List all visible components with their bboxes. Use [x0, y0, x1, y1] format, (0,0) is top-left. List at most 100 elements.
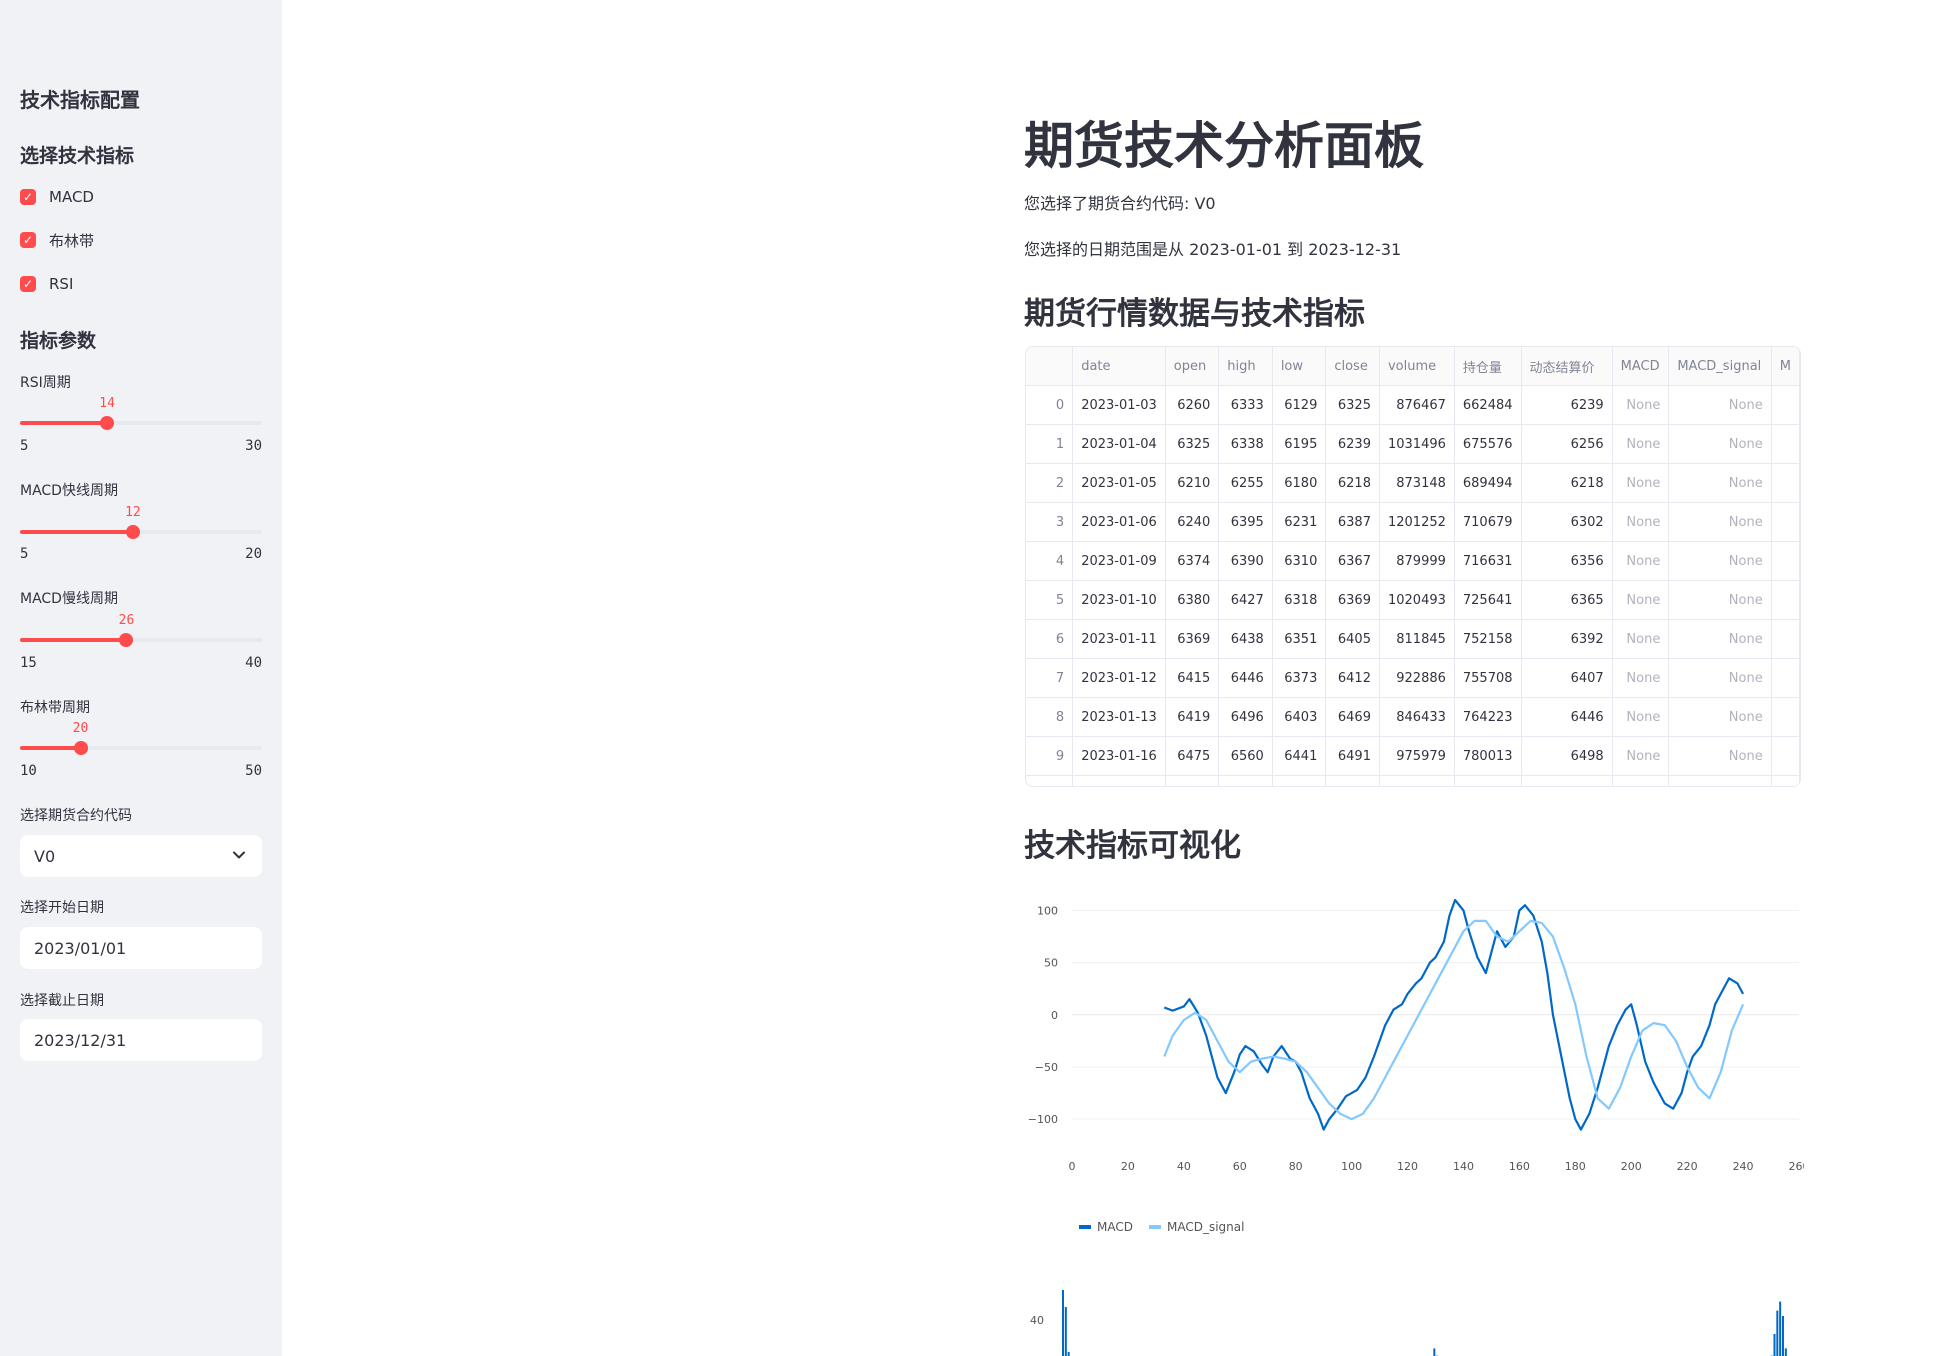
table-cell: 6210 — [1165, 463, 1220, 503]
table-row[interactable]: 1 2023-01-04 6325 6338 6195 6239 1031496 675576… — [1026, 424, 1800, 464]
table-cell — [1771, 697, 1800, 737]
x-tick-label: 240 — [1733, 1160, 1754, 1173]
table-row[interactable]: 0 2023-01-03 6260 6333 6129 6325 876467 662484 6… — [1026, 385, 1800, 425]
slider-thumb[interactable] — [125, 525, 140, 539]
end-date-input[interactable]: 2023/12/31 — [20, 1019, 262, 1061]
start-date-input[interactable]: 2023/01/01 — [20, 927, 262, 969]
column-header[interactable]: M — [1771, 347, 1800, 386]
column-header[interactable]: low — [1272, 347, 1327, 386]
table-cell: 2 — [1026, 463, 1074, 503]
slider-macd-slow[interactable]: 26 — [20, 613, 262, 647]
table-cell: 6367 — [1325, 541, 1380, 581]
table-cell: None — [1612, 658, 1670, 698]
table-row[interactable]: 9 2023-01-16 6475 6560 6441 6491 975979 780013 6… — [1026, 736, 1800, 776]
table-cell: 716631 — [1454, 541, 1522, 581]
histogram-bar — [1067, 1352, 1070, 1356]
table-row[interactable]: 5 2023-01-10 6380 6427 6318 6369 1020493 725641… — [1026, 580, 1800, 620]
slider-max: 50 — [245, 763, 262, 779]
table-row-partial — [1026, 775, 1800, 786]
table-cell: 6369 — [1325, 580, 1380, 620]
table-cell: None — [1612, 424, 1670, 464]
params-title: 指标参数 — [20, 330, 97, 352]
table-row[interactable]: 4 2023-01-09 6374 6390 6310 6367 879999 716631 6… — [1026, 541, 1800, 581]
column-header[interactable]: MACD — [1612, 347, 1670, 386]
contract-select[interactable]: V0 — [20, 835, 262, 877]
end-date-value: 2023/12/31 — [34, 1030, 127, 1050]
column-header[interactable]: date — [1072, 347, 1166, 386]
table-cell: 7 — [1026, 658, 1074, 698]
checkbox-bollinger[interactable]: ✓ 布林带 — [20, 229, 94, 251]
macd-histogram-chart[interactable]: 40 — [1024, 1290, 1804, 1356]
table-cell: 922886 — [1379, 658, 1455, 698]
check-icon: ✓ — [20, 276, 36, 292]
check-icon: ✓ — [20, 189, 36, 205]
checkbox-rsi[interactable]: ✓ RSI — [20, 273, 73, 295]
slider-thumb[interactable] — [119, 633, 134, 647]
slider-label-rsi: RSI周期 — [20, 375, 71, 391]
table-cell: 2023-01-11 — [1072, 619, 1166, 659]
table-header-row: date open high low close volume 持仓量 动态结算价 MACD MA… — [1026, 347, 1800, 386]
slider-rsi[interactable]: 14 — [20, 396, 262, 430]
checkbox-macd[interactable]: ✓ MACD — [20, 186, 94, 208]
table-cell: 6496 — [1218, 697, 1273, 737]
table-cell: 6318 — [1272, 580, 1327, 620]
column-header[interactable]: open — [1165, 347, 1220, 386]
column-header[interactable]: 动态结算价 — [1521, 347, 1613, 386]
table-row[interactable]: 8 2023-01-13 6419 6496 6403 6469 846433 764223 6… — [1026, 697, 1800, 737]
slider-fill — [20, 638, 127, 642]
table-cell: 5 — [1026, 580, 1074, 620]
slider-value: 12 — [125, 505, 141, 520]
table-cell: 6438 — [1218, 619, 1273, 659]
table-cell: 2023-01-12 — [1072, 658, 1166, 698]
page-title: 期货技术分析面板 — [1024, 117, 1424, 175]
table-cell: 6333 — [1218, 385, 1273, 425]
table-row[interactable]: 7 2023-01-12 6415 6446 6373 6412 922886 755708 6… — [1026, 658, 1800, 698]
table-cell: 755708 — [1454, 658, 1522, 698]
column-header[interactable]: close — [1325, 347, 1380, 386]
table-cell: 2023-01-03 — [1072, 385, 1166, 425]
check-icon: ✓ — [20, 232, 36, 248]
slider-thumb[interactable] — [100, 416, 115, 430]
table-cell: None — [1668, 736, 1772, 776]
slider-min: 15 — [20, 655, 37, 671]
table-cell — [1379, 775, 1455, 786]
table-section-title: 期货行情数据与技术指标 — [1024, 296, 1365, 332]
table-cell: None — [1612, 463, 1670, 503]
checkbox-label: RSI — [49, 275, 74, 293]
table-cell: 975979 — [1379, 736, 1455, 776]
legend-label: MACD_signal — [1167, 1220, 1244, 1234]
table-cell: 6446 — [1521, 697, 1613, 737]
table-cell — [1771, 736, 1800, 776]
slider-macd-fast[interactable]: 12 — [20, 505, 262, 539]
date-range-text: 您选择的日期范围是从 2023-01-01 到 2023-12-31 — [1024, 240, 1402, 259]
macd-chart[interactable]: 100 50 0 −50 −100 0 20 40 60 80 100 120 140 160 180 200… — [1024, 880, 1804, 1240]
table-cell — [1026, 775, 1074, 786]
table-cell: None — [1668, 697, 1772, 737]
table-cell: None — [1668, 541, 1772, 581]
column-header[interactable]: high — [1218, 347, 1273, 386]
column-header[interactable]: MACD_signal — [1668, 347, 1772, 386]
viz-section-title: 技术指标可视化 — [1024, 828, 1241, 864]
table-row[interactable]: 3 2023-01-06 6240 6395 6231 6387 1201252 710679… — [1026, 502, 1800, 542]
table-cell — [1218, 775, 1273, 786]
slider-thumb[interactable] — [73, 741, 88, 755]
table-cell: 725641 — [1454, 580, 1522, 620]
table-row[interactable]: 6 2023-01-11 6369 6438 6351 6405 811845 752158 6… — [1026, 619, 1800, 659]
table-cell: 6325 — [1165, 424, 1220, 464]
column-header[interactable]: 持仓量 — [1454, 347, 1522, 386]
data-table[interactable]: date open high low close volume 持仓量 动态结算价 MACD MA… — [1025, 346, 1801, 787]
table-cell: 6498 — [1521, 736, 1613, 776]
column-header[interactable]: volume — [1379, 347, 1455, 386]
table-cell: 6195 — [1272, 424, 1327, 464]
table-cell: None — [1612, 502, 1670, 542]
histogram-bar — [1773, 1334, 1776, 1356]
slider-bollinger[interactable]: 20 — [20, 721, 262, 755]
table-cell — [1771, 580, 1800, 620]
x-tick-label: 20 — [1121, 1160, 1135, 1173]
table-row[interactable]: 2 2023-01-05 6210 6255 6180 6218 873148 689494 6… — [1026, 463, 1800, 503]
x-tick-label: 40 — [1177, 1160, 1191, 1173]
column-header[interactable] — [1026, 347, 1074, 386]
table-cell: 780013 — [1454, 736, 1522, 776]
table-cell: 6218 — [1325, 463, 1380, 503]
table-cell: 6469 — [1325, 697, 1380, 737]
